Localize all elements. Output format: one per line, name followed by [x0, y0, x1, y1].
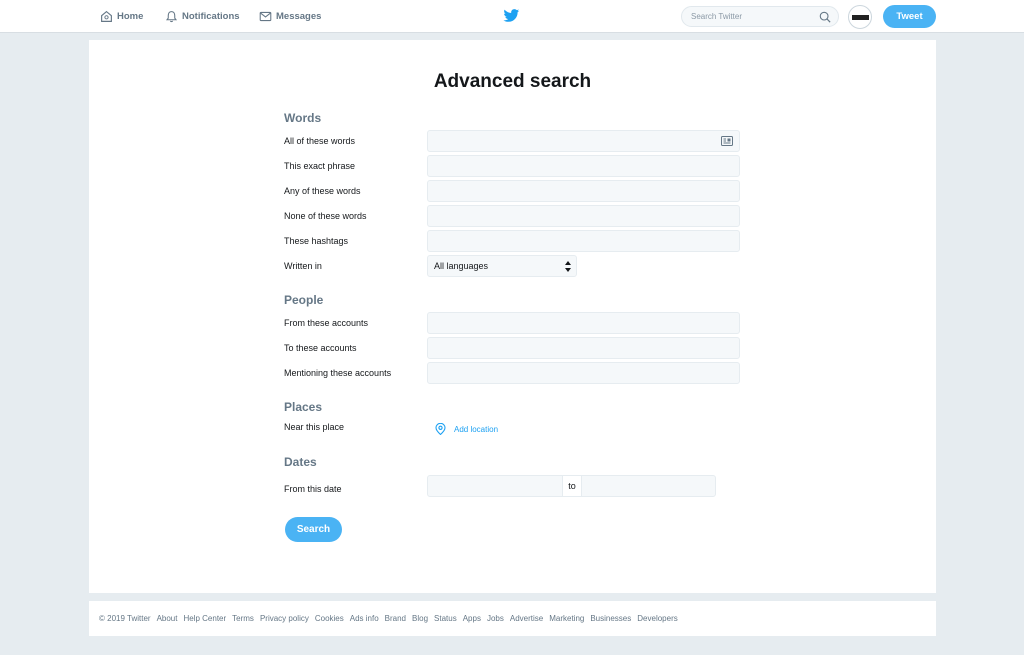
- near-place-label: Near this place: [284, 422, 345, 432]
- from-accounts-input[interactable]: [427, 312, 740, 334]
- search-button[interactable]: Search: [285, 517, 342, 542]
- footer-link-businesses[interactable]: Businesses: [590, 614, 631, 623]
- footer-link-about[interactable]: About: [157, 614, 178, 623]
- dates-section-title: Dates: [284, 455, 317, 469]
- footer-link-terms[interactable]: Terms: [232, 614, 254, 623]
- footer: © 2019 Twitter About Help Center Terms P…: [89, 601, 936, 636]
- top-nav-bar: Home Notifications Messages Search Twitt…: [0, 0, 1024, 33]
- from-accounts-label: From these accounts: [284, 318, 369, 328]
- mentioning-accounts-input[interactable]: [427, 362, 740, 384]
- exact-phrase-input[interactable]: [427, 155, 740, 177]
- none-words-label: None of these words: [284, 211, 367, 221]
- to-accounts-input[interactable]: [427, 337, 740, 359]
- nav-notifications[interactable]: Notifications: [165, 0, 240, 33]
- nav-home-label: Home: [117, 11, 144, 22]
- all-words-label: All of these words: [284, 136, 356, 146]
- date-to-separator: to: [563, 475, 581, 497]
- hashtags-label: These hashtags: [284, 236, 349, 246]
- add-location-label: Add location: [454, 424, 499, 434]
- footer-link-help-center[interactable]: Help Center: [183, 614, 226, 623]
- any-words-label: Any of these words: [284, 186, 361, 196]
- avatar-image: [852, 15, 869, 20]
- language-select[interactable]: All languages: [427, 255, 577, 277]
- footer-link-ads-info[interactable]: Ads info: [350, 614, 379, 623]
- footer-link-developers[interactable]: Developers: [637, 614, 677, 623]
- footer-copyright: © 2019 Twitter: [99, 614, 151, 623]
- avatar[interactable]: [848, 5, 872, 29]
- nav-messages[interactable]: Messages: [259, 0, 321, 33]
- words-section-title: Words: [284, 111, 322, 125]
- none-words-input[interactable]: [427, 205, 740, 227]
- from-date-input[interactable]: [427, 475, 563, 497]
- search-input[interactable]: Search Twitter: [681, 6, 839, 27]
- footer-link-cookies[interactable]: Cookies: [315, 614, 344, 623]
- mentioning-accounts-label: Mentioning these accounts: [284, 368, 392, 378]
- footer-link-blog[interactable]: Blog: [412, 614, 428, 623]
- advanced-search-card: Advanced search Words All of these words…: [89, 40, 936, 593]
- any-words-input[interactable]: [427, 180, 740, 202]
- home-icon: [101, 10, 112, 22]
- page-title: Advanced search: [433, 71, 592, 92]
- footer-link-privacy[interactable]: Privacy policy: [260, 614, 309, 623]
- exact-phrase-label: This exact phrase: [284, 161, 356, 171]
- tweet-button[interactable]: Tweet: [883, 5, 936, 28]
- language-value: All languages: [434, 261, 489, 271]
- to-accounts-label: To these accounts: [284, 343, 357, 353]
- to-date-input[interactable]: [581, 475, 716, 497]
- people-section-title: People: [284, 293, 324, 307]
- search-icon[interactable]: [819, 11, 831, 23]
- footer-link-jobs[interactable]: Jobs: [487, 614, 504, 623]
- places-section-title: Places: [284, 400, 323, 414]
- footer-link-advertise[interactable]: Advertise: [510, 614, 543, 623]
- bell-icon: [165, 11, 178, 23]
- select-arrows-icon: [565, 261, 571, 272]
- twitter-bird-icon[interactable]: [503, 9, 520, 23]
- footer-link-status[interactable]: Status: [434, 614, 457, 623]
- keyboard-icon[interactable]: [721, 136, 733, 146]
- location-pin-icon: [435, 423, 446, 435]
- written-in-label: Written in: [284, 261, 322, 271]
- search-placeholder: Search Twitter: [691, 12, 742, 21]
- from-date-label: From this date: [284, 484, 342, 494]
- all-words-input[interactable]: [427, 130, 740, 152]
- envelope-icon: [259, 11, 272, 22]
- hashtags-input[interactable]: [427, 230, 740, 252]
- nav-notifications-label: Notifications: [182, 11, 240, 22]
- footer-link-brand[interactable]: Brand: [385, 614, 406, 623]
- nav-home[interactable]: Home: [100, 0, 143, 33]
- add-location-link[interactable]: Add location: [435, 423, 498, 435]
- footer-link-apps[interactable]: Apps: [463, 614, 481, 623]
- nav-messages-label: Messages: [276, 11, 322, 22]
- footer-link-marketing[interactable]: Marketing: [549, 614, 584, 623]
